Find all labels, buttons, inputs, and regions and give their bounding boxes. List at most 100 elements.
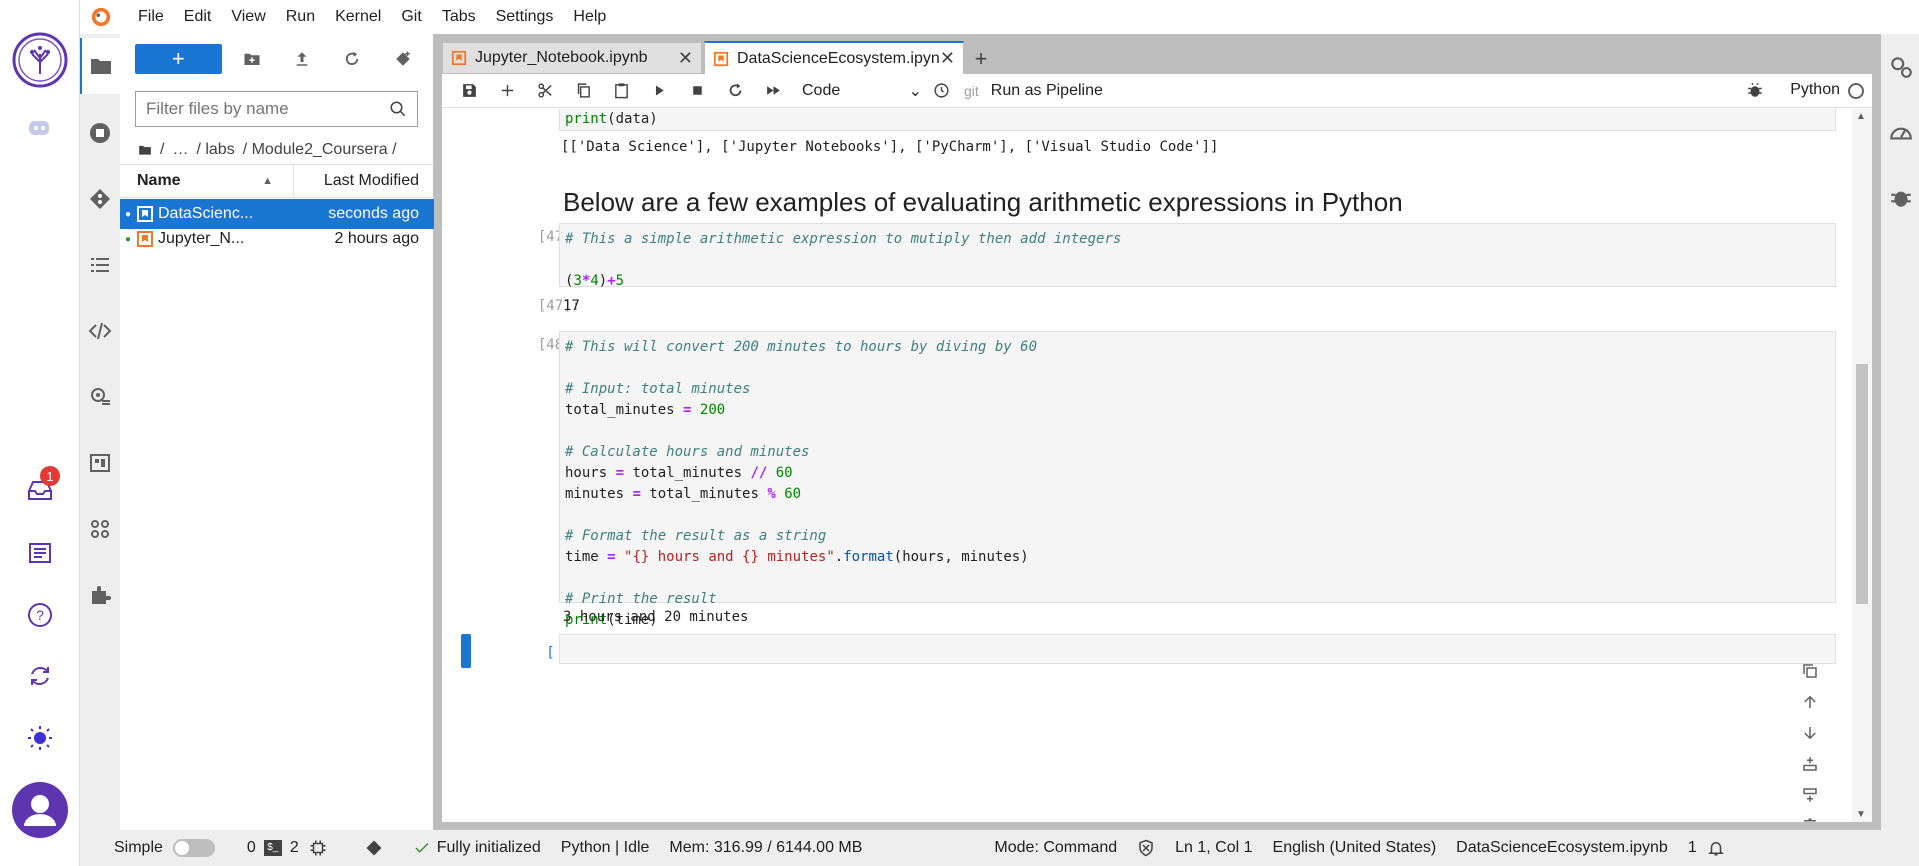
- file-filter-input[interactable]: [146, 99, 389, 119]
- gauge-icon[interactable]: [1888, 120, 1914, 146]
- copy-button[interactable]: [564, 76, 602, 106]
- simple-mode-toggle[interactable]: Simple: [114, 839, 215, 857]
- close-tab-icon[interactable]: ✕: [678, 48, 693, 69]
- tree-logo-icon[interactable]: [12, 32, 68, 88]
- add-tab-button[interactable]: +: [966, 44, 996, 74]
- notebook-scrollbar[interactable]: ▲ ▼: [1852, 109, 1872, 822]
- sync-icon[interactable]: [20, 656, 60, 696]
- menu-settings[interactable]: Settings: [486, 8, 564, 26]
- stop-icon: [692, 86, 702, 95]
- bug-icon[interactable]: [1888, 184, 1914, 210]
- home-folder-icon[interactable]: [138, 143, 152, 157]
- file-row[interactable]: ● Jupyter_N... 2 hours ago: [120, 224, 434, 254]
- column-name-header[interactable]: Name ▲: [120, 165, 294, 197]
- git-status-icon: [366, 840, 382, 856]
- move-up-button[interactable]: [1795, 687, 1825, 717]
- duplicate-cell-button[interactable]: [1795, 656, 1825, 686]
- insert-cell-button[interactable]: [488, 76, 526, 106]
- menu-tabs[interactable]: Tabs: [432, 8, 486, 26]
- notebook-mode: Mode: Command: [994, 839, 1118, 856]
- toggle-switch[interactable]: [172, 839, 215, 857]
- lsp-status[interactable]: Fully initialized: [413, 839, 541, 857]
- menu-git[interactable]: Git: [391, 8, 431, 26]
- chatbot-icon[interactable]: [20, 108, 60, 148]
- breadcrumb-module[interactable]: / Module2_Coursera /: [243, 141, 397, 159]
- refresh-button[interactable]: [332, 44, 372, 74]
- close-tab-icon[interactable]: ✕: [940, 48, 955, 69]
- move-down-button[interactable]: [1795, 718, 1825, 748]
- menu-kernel[interactable]: Kernel: [325, 8, 391, 26]
- breadcrumb-labs[interactable]: / labs: [196, 141, 234, 159]
- breadcrumb-ellipsis[interactable]: …: [172, 141, 188, 159]
- tab-file-browser[interactable]: [80, 38, 120, 94]
- column-modified-header[interactable]: Last Modified: [294, 172, 434, 190]
- new-launcher-button[interactable]: +: [135, 44, 222, 74]
- running-sessions[interactable]: 0 $_ 2: [247, 839, 327, 857]
- history-button[interactable]: [922, 76, 960, 106]
- restart-button[interactable]: [716, 76, 754, 106]
- kernel-name[interactable]: Python: [1790, 81, 1840, 99]
- scroll-up-icon[interactable]: ▲: [1856, 111, 1866, 122]
- tab-datascience-ecosystem[interactable]: DataScienceEcosystem.ipyn ✕: [704, 41, 964, 74]
- inbox-icon[interactable]: 1: [20, 466, 60, 510]
- active-cell-indicator: [461, 634, 471, 668]
- scroll-down-icon[interactable]: ▼: [1856, 809, 1866, 820]
- catalog-icon: [90, 454, 110, 472]
- breadcrumb-root[interactable]: /: [160, 141, 164, 159]
- duplicate-icon: [1803, 664, 1817, 678]
- help-icon[interactable]: ?: [20, 595, 60, 635]
- bell-icon[interactable]: [1707, 839, 1725, 857]
- code-cell-48[interactable]: # This will convert 200 minutes to hours…: [559, 331, 1836, 628]
- interrupt-button[interactable]: [678, 76, 716, 106]
- git-status[interactable]: [365, 839, 383, 857]
- notebook-file-icon: [137, 231, 153, 247]
- trust-shield-icon[interactable]: [1137, 839, 1155, 857]
- kernel-status[interactable]: Python | Idle: [561, 839, 650, 857]
- delete-cell-button[interactable]: [1795, 811, 1825, 822]
- user-avatar-icon[interactable]: [12, 782, 68, 838]
- tab-components[interactable]: [80, 501, 120, 557]
- property-inspector-icon[interactable]: [1888, 54, 1914, 80]
- code-cell-47[interactable]: # This a simple arithmetic expression to…: [559, 223, 1836, 289]
- markdown-heading[interactable]: Below are a few examples of evaluating a…: [563, 187, 1403, 218]
- news-icon[interactable]: [20, 533, 60, 573]
- tab-running[interactable]: [80, 105, 120, 161]
- tab-extension-manager[interactable]: [80, 567, 120, 623]
- jupyter-logo-icon: [86, 2, 116, 32]
- cell-type-dropdown[interactable]: Code ⌄: [802, 81, 922, 101]
- git-diff-button[interactable]: git: [964, 83, 979, 99]
- fast-forward-icon: [766, 86, 780, 95]
- menu-view[interactable]: View: [221, 8, 275, 26]
- code-icon: [88, 322, 112, 340]
- save-button[interactable]: [450, 76, 488, 106]
- run-as-pipeline-button[interactable]: Run as Pipeline: [991, 82, 1103, 100]
- language-selector[interactable]: English (United States): [1273, 839, 1437, 857]
- git-clone-button[interactable]: [383, 44, 423, 74]
- menu-edit[interactable]: Edit: [174, 8, 222, 26]
- paste-button[interactable]: [602, 76, 640, 106]
- cursor-position[interactable]: Ln 1, Col 1: [1175, 839, 1252, 857]
- restart-run-all-button[interactable]: [754, 76, 792, 106]
- debugger-icon[interactable]: [1746, 81, 1764, 104]
- tab-property-inspector[interactable]: [80, 369, 120, 425]
- new-folder-button[interactable]: [232, 44, 272, 74]
- insert-below-button[interactable]: [1795, 780, 1825, 810]
- menu-help[interactable]: Help: [563, 8, 616, 26]
- tab-code-snippets[interactable]: [80, 303, 120, 359]
- notebook-tab-icon: [451, 50, 467, 66]
- scrollbar-thumb[interactable]: [1856, 364, 1868, 604]
- theme-sun-icon[interactable]: [20, 718, 60, 758]
- run-button[interactable]: [640, 76, 678, 106]
- tab-toc[interactable]: [80, 237, 120, 293]
- code-cell-top[interactable]: print(data): [559, 109, 1836, 131]
- tab-git[interactable]: [80, 171, 120, 227]
- empty-code-cell[interactable]: [559, 634, 1836, 822]
- upload-button[interactable]: [282, 44, 322, 74]
- insert-above-button[interactable]: [1795, 749, 1825, 779]
- tab-extensions-catalog[interactable]: [80, 435, 120, 491]
- menu-file[interactable]: File: [128, 8, 174, 26]
- terminal-icon: $_: [263, 840, 282, 856]
- menu-run[interactable]: Run: [276, 8, 325, 26]
- tab-jupyter-notebook[interactable]: Jupyter_Notebook.ipynb ✕: [442, 42, 702, 74]
- cut-button[interactable]: [526, 76, 564, 106]
